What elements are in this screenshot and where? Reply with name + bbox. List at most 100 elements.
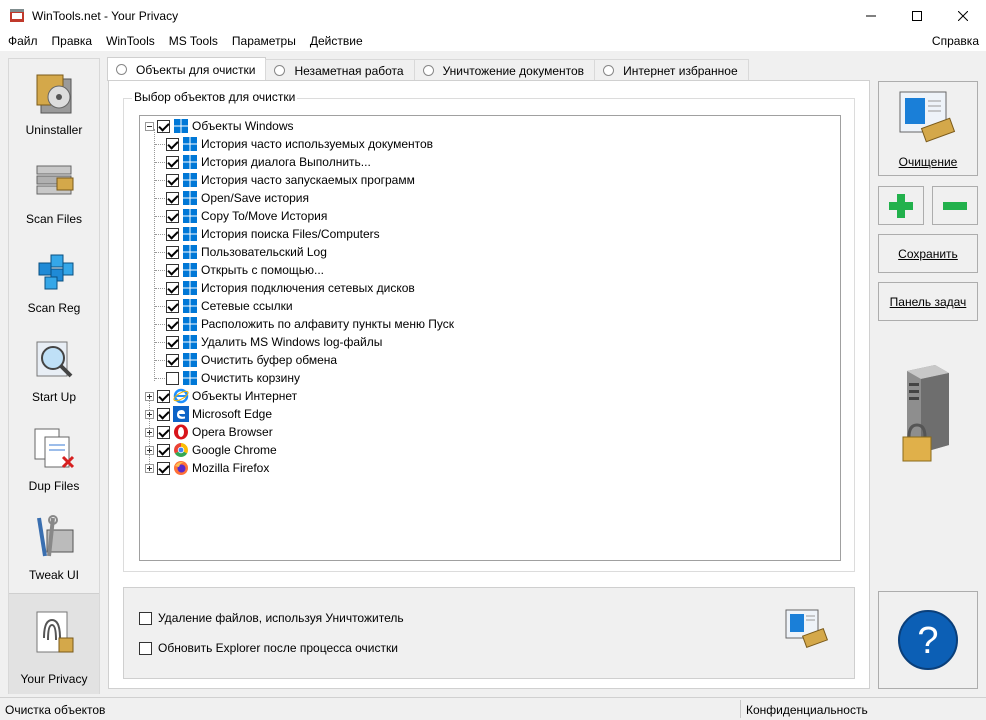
tree-checkbox[interactable] [157, 119, 170, 133]
tab-label: Объекты для очистки [136, 62, 256, 77]
expand-icon[interactable] [145, 463, 154, 473]
maximize-button[interactable] [894, 0, 940, 31]
tree-connector [155, 162, 165, 163]
cleaning-monitor-icon [785, 609, 829, 649]
tree-item[interactable]: Открыть с помощью... [166, 261, 324, 279]
save-button-label: Сохранить [898, 246, 958, 261]
tree-connector [155, 180, 165, 181]
expand-icon[interactable] [145, 445, 154, 455]
tree-item[interactable]: История подключения сетевых дисков [166, 279, 415, 297]
opera-icon [174, 424, 188, 440]
menu-action[interactable]: Действие [303, 34, 370, 48]
tree-checkbox[interactable] [166, 353, 179, 367]
tree-checkbox[interactable] [157, 407, 170, 421]
objects-tree[interactable]: Объекты Windows История часто используем… [139, 115, 841, 561]
tree-node-label: Mozilla Firefox [192, 461, 270, 475]
clean-button[interactable]: Очищение [878, 81, 978, 176]
shred-option-label: Удаление файлов, используя Уничтожитель [158, 611, 404, 625]
tree-checkbox[interactable] [157, 461, 170, 475]
shred-option[interactable]: Удаление файлов, используя Уничтожитель [139, 611, 404, 625]
help-button[interactable]: ? [878, 591, 978, 689]
taskbar-button[interactable]: Панель задач [878, 282, 978, 321]
tree-connector [155, 378, 165, 379]
expand-icon[interactable] [145, 391, 154, 401]
tree-checkbox[interactable] [166, 245, 179, 259]
sidebar-item-label: Start Up [31, 390, 76, 404]
tree-item[interactable]: Open/Save история [166, 189, 309, 207]
tree-checkbox[interactable] [166, 137, 179, 151]
tree-checkbox[interactable] [166, 191, 179, 205]
tree-checkbox[interactable] [166, 281, 179, 295]
windows-icon [183, 245, 197, 259]
tab-document-shredder[interactable]: Уничтожение документов [413, 59, 596, 81]
remove-button[interactable] [932, 186, 978, 225]
tree-checkbox[interactable] [166, 263, 179, 277]
tree-item[interactable]: История часто запускаемых программ [166, 171, 415, 189]
collapse-icon[interactable] [145, 121, 154, 131]
tree-node-firefox[interactable]: Mozilla Firefox [145, 459, 269, 477]
menu-wintools[interactable]: WinTools [99, 34, 162, 48]
tree-item[interactable]: Пользовательский Log [166, 243, 327, 261]
shred-checkbox[interactable] [139, 611, 152, 625]
minimize-button[interactable] [848, 0, 894, 31]
tab-internet-favorites[interactable]: Интернет избранное [594, 59, 749, 81]
windows-icon [183, 335, 197, 349]
tree-node-label: Opera Browser [192, 425, 273, 439]
status-text-left: Очистка объектов [5, 703, 106, 717]
expand-icon[interactable] [145, 427, 154, 437]
tree-node-windows[interactable]: Объекты Windows [145, 117, 294, 135]
sidebar-item-dup-files[interactable]: Dup Files [9, 415, 99, 504]
tree-connector [155, 360, 165, 361]
tree-item[interactable]: История часто используемых документов [166, 135, 433, 153]
expand-icon[interactable] [145, 409, 154, 419]
tree-checkbox[interactable] [157, 425, 170, 439]
tree-checkbox[interactable] [166, 227, 179, 241]
tree-item[interactable]: Очистить буфер обмена [166, 351, 337, 369]
tree-connector [155, 216, 165, 217]
sidebar-item-your-privacy[interactable]: Your Privacy [9, 593, 99, 694]
menu-settings[interactable]: Параметры [225, 34, 303, 48]
refresh-explorer-checkbox[interactable] [139, 641, 152, 655]
sidebar-item-start-up[interactable]: Start Up [9, 326, 99, 415]
tree-item[interactable]: Удалить MS Windows log-файлы [166, 333, 382, 351]
tree-checkbox[interactable] [166, 173, 179, 187]
scan-files-icon [36, 165, 74, 195]
tree-item-label: История диалога Выполнить... [201, 155, 371, 169]
tree-checkbox[interactable] [166, 299, 179, 313]
tab-stealth-mode[interactable]: Незаметная работа [265, 59, 415, 81]
tree-checkbox[interactable] [157, 443, 170, 457]
sidebar-item-scan-reg[interactable]: Scan Reg [9, 237, 99, 326]
close-button[interactable] [940, 0, 986, 31]
tree-node-internet[interactable]: Объекты Интернет [145, 387, 297, 405]
tree-checkbox[interactable] [166, 371, 179, 385]
add-button[interactable] [878, 186, 924, 225]
save-button[interactable]: Сохранить [878, 234, 978, 273]
uninstaller-icon [36, 74, 72, 114]
menu-file[interactable]: Файл [0, 34, 45, 48]
tree-node-edge[interactable]: Microsoft Edge [145, 405, 272, 423]
sidebar-item-tweak-ui[interactable]: Tweak UI [9, 504, 99, 593]
tree-checkbox[interactable] [157, 389, 170, 403]
tab-radio-icon [603, 65, 615, 76]
menu-edit[interactable]: Правка [45, 34, 100, 48]
tab-clean-objects[interactable]: Объекты для очистки [107, 57, 267, 81]
tree-node-chrome[interactable]: Google Chrome [145, 441, 277, 459]
tree-item[interactable]: Copy To/Move История [166, 207, 327, 225]
tree-checkbox[interactable] [166, 335, 179, 349]
windows-icon [183, 317, 197, 331]
menu-mstools[interactable]: MS Tools [162, 34, 225, 48]
tree-checkbox[interactable] [166, 209, 179, 223]
tree-checkbox[interactable] [166, 155, 179, 169]
tree-item[interactable]: Очистить корзину [166, 369, 300, 387]
tree-item[interactable]: История диалога Выполнить... [166, 153, 371, 171]
refresh-explorer-option[interactable]: Обновить Explorer после процесса очистки [139, 641, 398, 655]
sidebar-item-scan-files[interactable]: Scan Files [9, 148, 99, 237]
sidebar-item-uninstaller[interactable]: Uninstaller [9, 59, 99, 148]
menu-help[interactable]: Справка [932, 34, 979, 48]
tree-item[interactable]: Сетевые ссылки [166, 297, 293, 315]
tree-item[interactable]: Расположить по алфавиту пункты меню Пуск [166, 315, 454, 333]
tree-checkbox[interactable] [166, 317, 179, 331]
maximize-icon [912, 10, 922, 21]
tree-item[interactable]: История поиска Files/Computers [166, 225, 380, 243]
tree-node-opera[interactable]: Opera Browser [145, 423, 273, 441]
